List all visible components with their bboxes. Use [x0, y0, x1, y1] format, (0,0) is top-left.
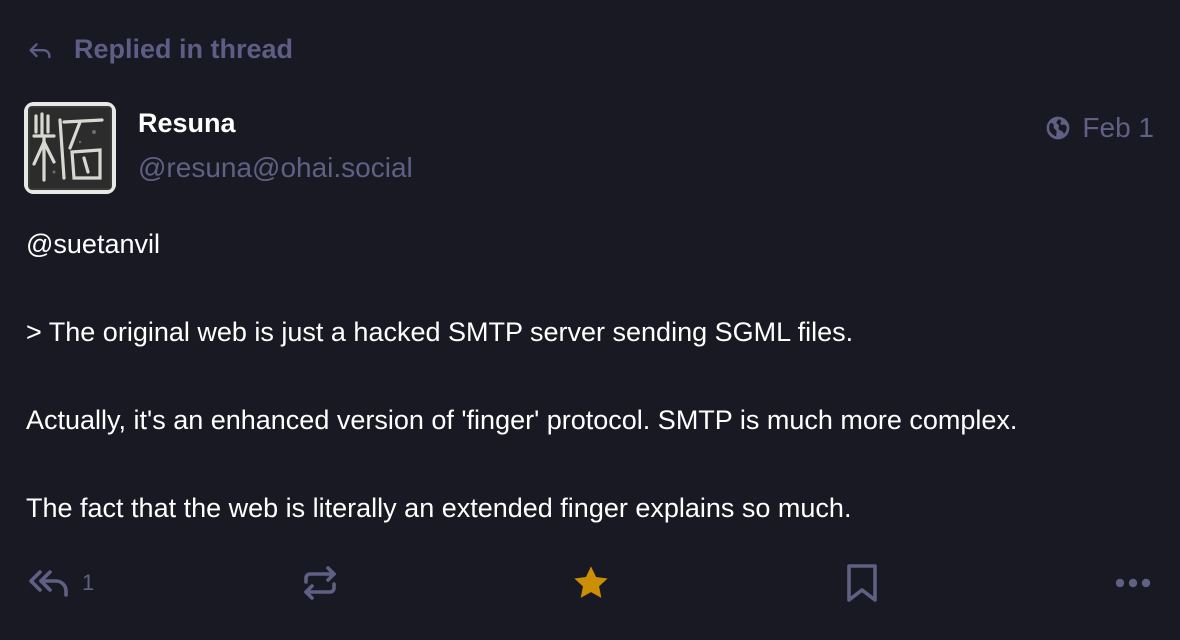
action-bar: 1 — [0, 560, 1180, 606]
prepend-label: Replied in thread — [74, 33, 294, 64]
favourite-button[interactable] — [570, 560, 612, 606]
content-paragraph: @suetanvil — [26, 229, 160, 259]
avatar[interactable] — [24, 102, 116, 194]
account-handle[interactable]: @resuna@ohai.social — [138, 152, 413, 184]
display-name[interactable]: Resuna — [138, 108, 236, 139]
reply-count: 1 — [82, 570, 95, 595]
reply-button[interactable]: 1 — [28, 560, 94, 606]
bookmark-icon — [845, 563, 879, 603]
status-date: Feb 1 — [1082, 112, 1154, 143]
status-content: @suetanvil > The original web is just a … — [26, 222, 1156, 530]
more-icon — [1114, 577, 1152, 589]
star-icon — [570, 562, 612, 604]
boost-button[interactable] — [300, 560, 340, 606]
status-card: Replied in thread Resuna @resuna@ohai.so… — [0, 0, 1180, 640]
replied-in-thread-indicator: Replied in thread — [26, 30, 293, 68]
content-paragraph: The fact that the web is literally an ex… — [26, 493, 852, 523]
globe-icon — [1045, 115, 1071, 141]
more-button[interactable] — [1114, 560, 1152, 606]
reply-arrow-icon — [26, 35, 54, 63]
status-meta[interactable]: Feb 1 — [1045, 112, 1154, 144]
bookmark-button[interactable] — [845, 560, 879, 606]
content-paragraph: > The original web is just a hacked SMTP… — [26, 317, 854, 347]
reply-all-icon — [28, 566, 70, 600]
boost-icon — [300, 563, 340, 603]
content-paragraph: Actually, it's an enhanced version of 'f… — [26, 405, 1018, 435]
